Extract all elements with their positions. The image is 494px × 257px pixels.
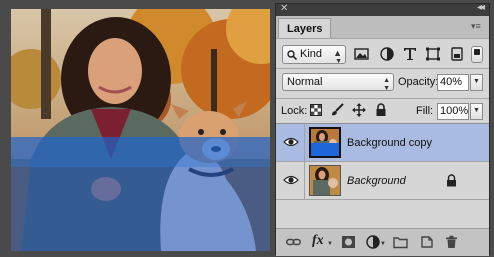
smart-object-filter-icon[interactable] [449,47,465,61]
lock-row: Lock: Fill: 100% ▼ [276,101,489,121]
adjustment-layer-icon[interactable] [366,235,381,249]
shape-filter-icon[interactable] [425,47,441,61]
collapse-icon[interactable]: ◂◂ [477,2,485,13]
chevron-down-icon: ▼ [380,241,386,247]
thumbnail-image [310,166,340,195]
new-layer-icon[interactable] [419,235,434,249]
new-group-icon[interactable] [393,235,408,249]
thumbnail-image [311,129,339,156]
chevron-down-icon: ▼ [383,85,390,92]
panel-title-bar: ✕ ◂◂ [276,2,489,16]
divider [304,124,305,161]
filter-toggle-switch[interactable] [471,46,483,63]
layer-name[interactable]: Background [347,175,406,187]
opacity-slider-arrow[interactable]: ▼ [470,74,483,91]
visibility-eye-icon[interactable] [283,174,299,186]
kind-filter-dropdown[interactable]: Kind ▲ ▼ [282,45,346,65]
layer-thumbnail [309,165,341,196]
layer-name[interactable]: Background copy [347,137,432,149]
layer-thumbnail [309,127,341,158]
document-canvas[interactable] [11,9,270,251]
add-layer-style-button[interactable]: fx [312,233,324,249]
lock-label: Lock: [281,105,308,117]
layer-lock-icon [447,174,456,187]
opacity-label: Opacity: [398,76,439,88]
blend-mode-value: Normal [287,76,323,88]
lock-transparent-icon[interactable] [310,104,322,116]
panel-menu-icon[interactable]: ▾≡ [471,21,483,31]
close-icon[interactable]: ✕ [280,3,288,14]
fill-slider-arrow[interactable]: ▼ [470,103,483,120]
layers-panel: ✕ ◂◂ Layers ▾≡ Kind ▲ ▼ Normal ▲ ▼ Opaci… [275,2,490,256]
layer-row-background[interactable]: Background [276,162,489,200]
trash-icon[interactable] [444,235,459,249]
filter-toggle-knob [474,49,480,55]
adjustment-filter-icon[interactable] [379,47,395,61]
lock-all-icon[interactable] [375,103,387,117]
add-mask-icon[interactable] [341,235,356,249]
divider [304,162,305,199]
blend-row: Normal ▲ ▼ Opacity: 40% ▼ [276,72,489,94]
blue-overlay-band [11,137,270,167]
blend-mode-dropdown[interactable]: Normal ▲ ▼ [282,73,394,92]
link-layers-icon[interactable] [286,235,301,249]
opacity-input[interactable]: 40% [437,74,469,91]
panel-tab-row: Layers ▾≡ [276,16,489,39]
type-filter-icon[interactable] [402,47,418,61]
fill-label: Fill: [416,105,434,117]
panel-bottom-toolbar: fx ▼ ▼ [276,228,489,256]
layer-row-background-copy[interactable]: Background copy [276,124,489,162]
filter-row: Kind ▲ ▼ [276,42,489,66]
lock-position-icon[interactable] [352,103,366,117]
lock-image-icon[interactable] [330,103,344,117]
image-filter-icon[interactable] [354,47,370,61]
chevron-down-icon: ▼ [327,241,333,247]
fill-input[interactable]: 100% [437,103,469,120]
visibility-eye-icon[interactable] [283,136,299,148]
divider [276,98,489,99]
divider [276,68,489,69]
search-icon [287,50,297,60]
tab-layers[interactable]: Layers [278,18,332,38]
kind-filter-label: Kind [300,48,323,60]
